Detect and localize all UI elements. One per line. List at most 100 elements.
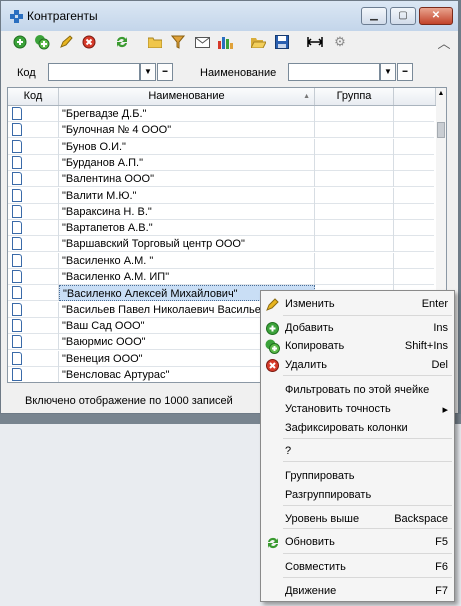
code-filter-label: Код [17,67,36,79]
name-clear-button[interactable]: ━ [397,63,413,81]
maximize-button[interactable]: ▢ [390,7,416,25]
cell-group[interactable] [315,187,394,204]
menu-item-freeze-columns[interactable]: Зафиксировать колонки [261,419,454,438]
cell-code[interactable] [24,301,59,318]
cell-name[interactable]: "Варшавский Торговый центр ООО" [59,236,315,253]
fit-width-icon[interactable] [307,34,323,50]
cell-code[interactable] [24,350,59,367]
cell-code[interactable] [24,317,59,334]
table-row[interactable]: "Варшавский Торговый центр ООО" [8,236,434,253]
cell-name[interactable]: "Брегвадзе Д.Б." [59,106,315,122]
cell-group[interactable] [315,236,394,253]
cell-name[interactable]: "Вартапетов А.В." [59,220,315,237]
column-header-group[interactable]: Группа [315,88,394,105]
cell-code[interactable] [24,252,59,269]
cell-group[interactable] [315,220,394,237]
mail-icon[interactable] [194,34,210,50]
cell-code[interactable] [24,334,59,351]
folder-icon[interactable] [147,34,163,50]
save-icon[interactable] [274,34,290,50]
code-clear-button[interactable]: ━ [157,63,173,81]
cell-code[interactable] [24,122,59,139]
collapse-icon[interactable]: ︿ [436,34,452,51]
scroll-up-icon[interactable]: ▲ [436,90,446,97]
minimize-button[interactable]: ▁ [361,7,387,25]
table-row[interactable]: "Бунов О.И." [8,138,434,155]
column-header-code[interactable]: Код [8,88,59,105]
copy-icon[interactable] [34,34,50,50]
cell-code[interactable] [24,154,59,171]
menu-item-edit[interactable]: Изменить Enter [261,295,454,314]
cell-name[interactable]: "Бунов О.И." [59,138,315,155]
menu-item-refresh[interactable]: Обновить F5 [261,533,454,552]
menu-item-level-up[interactable]: Уровень выше Backspace [261,510,454,529]
cell-group[interactable] [315,138,394,155]
table-row[interactable]: "Булочная № 4 ООО" [8,122,434,139]
document-icon [12,107,22,120]
add-icon[interactable] [12,34,28,50]
table-row[interactable]: "Василенко А.М. " [8,252,434,269]
settings-icon[interactable]: ⚙ [332,34,348,50]
cell-group[interactable] [315,154,394,171]
cell-group[interactable] [315,252,394,269]
column-header-name[interactable]: Наименование ▲ [59,88,315,105]
cell-name[interactable]: "Булочная № 4 ООО" [59,122,315,139]
menu-item-delete[interactable]: Удалить Del [261,356,454,375]
cell-code[interactable] [24,236,59,253]
table-row[interactable]: "Брегвадзе Д.Б." [8,106,434,122]
cell-code[interactable] [24,269,59,285]
cell-name[interactable]: "Василенко А.М. " [59,252,315,269]
cell-code[interactable] [24,220,59,237]
table-row[interactable]: "Валентина ООО" [8,171,434,188]
chart-icon[interactable] [217,34,233,50]
delete-icon[interactable] [81,34,97,50]
cell-name[interactable]: "Вараксина Н. В." [59,203,315,220]
table-row[interactable]: "Валити М.Ю." [8,187,434,204]
cell-code[interactable] [24,203,59,220]
cell-group[interactable] [315,203,394,220]
filter-icon[interactable] [170,34,186,50]
cell-code[interactable] [24,171,59,188]
cell-group[interactable] [315,171,394,188]
document-icon [12,286,22,300]
menu-item-group[interactable]: Группировать [261,467,454,486]
cell-group[interactable] [315,106,394,122]
close-button[interactable]: ✕ [419,7,453,25]
cell-code[interactable] [24,138,59,155]
name-dropdown-button[interactable]: ▼ [380,63,396,81]
code-filter-input[interactable] [48,63,140,81]
table-row[interactable]: "Вартапетов А.В." [8,220,434,237]
app-icon [10,10,23,23]
menu-item-copy[interactable]: Копировать Shift+Ins [261,337,454,356]
code-dropdown-button[interactable]: ▼ [140,63,156,81]
cell-name[interactable]: "Василенко А.М. ИП" [59,269,315,285]
menu-item-ungroup[interactable]: Разгруппировать [261,486,454,505]
name-filter-input[interactable] [288,63,380,81]
table-row[interactable]: "Бурданов А.П." [8,154,434,171]
document-icon [12,188,22,202]
table-row[interactable]: "Вараксина Н. В." [8,203,434,220]
menu-item-combine[interactable]: Совместить F6 [261,558,454,577]
table-row[interactable]: "Василенко А.М. ИП" [8,269,434,285]
cell-code[interactable] [24,187,59,204]
cell-code[interactable] [24,285,59,302]
title-bar[interactable]: Контрагенты ▁ ▢ ✕ [1,1,458,31]
cell-name[interactable]: "Валентина ООО" [59,171,315,188]
add-icon [265,321,280,336]
refresh-icon[interactable] [114,34,130,50]
open-folder-icon[interactable] [250,34,266,50]
cell-code[interactable] [24,366,59,382]
cell-name[interactable]: "Бурданов А.П." [59,154,315,171]
menu-item-movement[interactable]: Движение F7 [261,582,454,601]
cell-group[interactable] [315,122,394,139]
edit-icon[interactable] [58,34,74,50]
cell-group[interactable] [315,269,394,285]
menu-item-help[interactable]: ? [261,442,454,461]
menu-item-filter-by-cell[interactable]: Фильтровать по этой ячейке [261,381,454,400]
document-icon [12,155,22,169]
menu-item-add[interactable]: Добавить Ins [261,319,454,338]
scrollbar-thumb[interactable] [437,122,445,138]
menu-item-set-precision[interactable]: Установить точность ▸ [261,400,454,419]
cell-code[interactable] [24,106,59,122]
cell-name[interactable]: "Валити М.Ю." [59,187,315,204]
